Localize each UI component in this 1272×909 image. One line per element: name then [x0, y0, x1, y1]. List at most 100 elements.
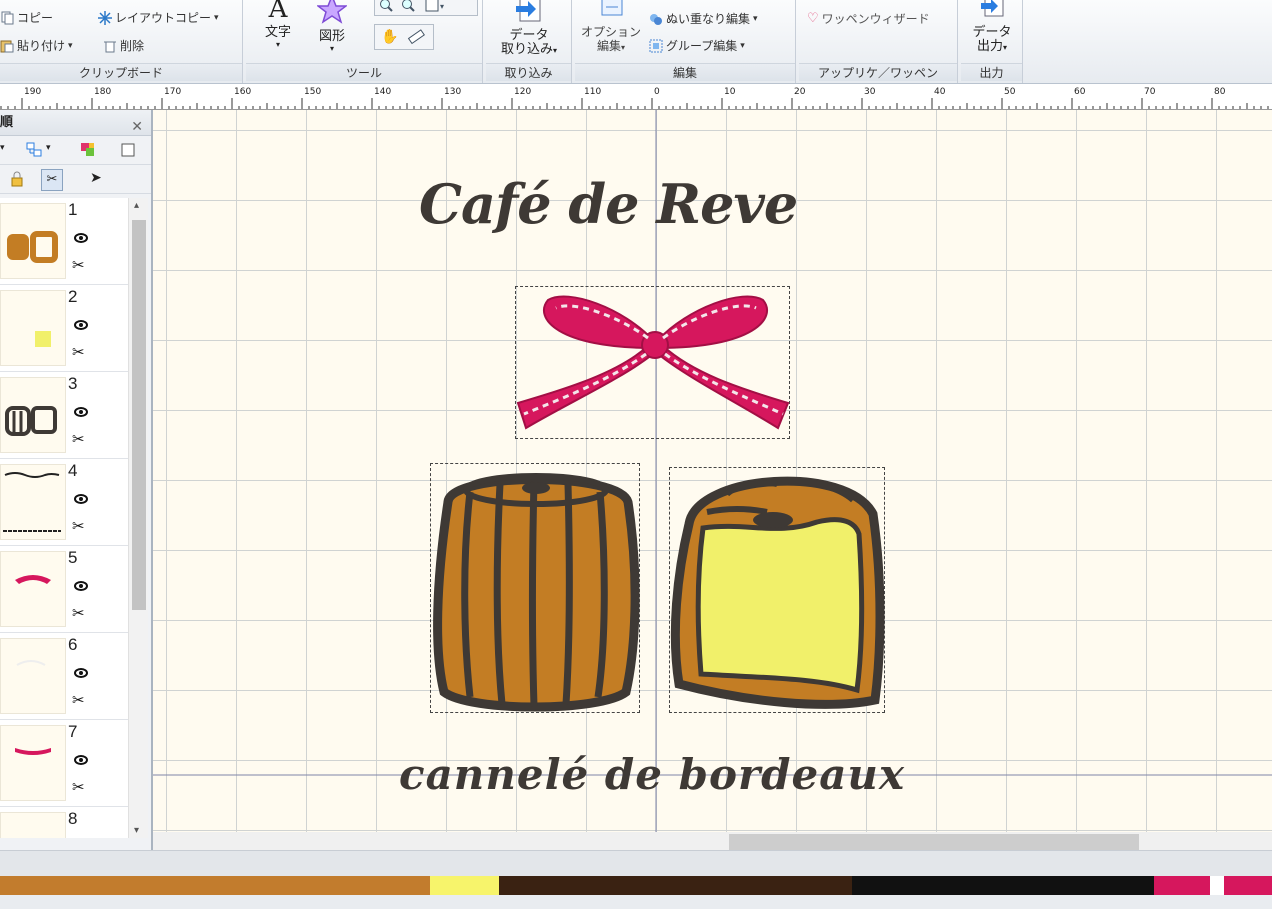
- group-edit-button[interactable]: グループ編集 ▾: [649, 37, 745, 54]
- scissors-icon[interactable]: ✂: [72, 517, 85, 535]
- scissors-icon[interactable]: ✂: [72, 430, 85, 448]
- zoom-in-icon[interactable]: [379, 0, 393, 15]
- thread-color-segment[interactable]: [1209, 876, 1224, 895]
- color-sort-icon[interactable]: [80, 142, 96, 161]
- paste-button[interactable]: 貼り付け ▾: [0, 37, 73, 54]
- chevron-down-icon[interactable]: ▾: [46, 143, 51, 153]
- text-tool-icon: A: [268, 0, 288, 24]
- cannele-cut-embroidery[interactable]: [667, 464, 887, 714]
- measure-icon[interactable]: [407, 29, 425, 48]
- ruler-label: 120: [514, 87, 531, 97]
- item-thumbnail: [0, 812, 66, 838]
- chevron-down-icon[interactable]: ▾: [0, 143, 5, 153]
- item-number: 2: [68, 287, 78, 306]
- edit-group: オプション 編集▾ ぬい重なり編集 ▾ グループ編集 ▾ 編集: [575, 0, 796, 83]
- thread-color-segment[interactable]: [1153, 876, 1210, 895]
- item-thumbnail: [0, 464, 66, 540]
- pointer-icon[interactable]: ➤: [90, 170, 102, 186]
- delete-button[interactable]: 削除: [103, 37, 144, 54]
- design-title-text[interactable]: Café de Reve: [419, 172, 798, 236]
- scissors-icon[interactable]: ✂: [72, 778, 85, 796]
- group-label-import: 取り込み: [486, 63, 571, 81]
- list-item[interactable]: 5 ✂: [0, 546, 128, 633]
- frame-icon[interactable]: [120, 142, 136, 161]
- eye-icon[interactable]: [74, 406, 88, 420]
- canvas-horizontal-scrollbar[interactable]: [153, 832, 1272, 850]
- item-thumbnail: [0, 725, 66, 801]
- embroidery-editor-window: コピー レイアウトコピー ▾ 貼り付け ▾ 削除 クリップボード A 文字 ▾ …: [0, 0, 1272, 909]
- item-number: 6: [68, 635, 78, 654]
- thread-color-segment[interactable]: [852, 876, 1154, 895]
- ruler-label: 170: [164, 87, 181, 97]
- ruler-label: 30: [864, 87, 876, 97]
- eye-icon[interactable]: [74, 319, 88, 333]
- thread-color-segment[interactable]: [498, 876, 853, 895]
- list-item[interactable]: 2 ✂: [0, 285, 128, 372]
- item-number: 5: [68, 548, 78, 567]
- list-item[interactable]: 1 ✂: [0, 198, 128, 285]
- list-item[interactable]: 6 ✂: [0, 633, 128, 720]
- overlap-edit-button[interactable]: ぬい重なり編集 ▾: [649, 10, 758, 27]
- item-number: 7: [68, 722, 78, 741]
- panel-scroll-thumb[interactable]: [132, 220, 146, 610]
- thread-color-segment[interactable]: [429, 876, 499, 895]
- copy-button[interactable]: コピー: [0, 9, 53, 26]
- cut-thread-icon[interactable]: ✂: [41, 169, 63, 191]
- canvas-scroll-thumb[interactable]: [729, 834, 1139, 850]
- shape-tool-button[interactable]: 図形 ▾: [312, 0, 352, 53]
- item-thumbnail: [0, 290, 66, 366]
- group-label-edit: 編集: [575, 63, 795, 81]
- eye-icon[interactable]: [74, 232, 88, 246]
- data-import-button[interactable]: データ 取り込み▾: [492, 0, 566, 58]
- ruler-label: 70: [1144, 87, 1156, 97]
- layout-copy-button[interactable]: レイアウトコピー ▾: [98, 9, 219, 26]
- data-output-button[interactable]: データ 出力▾: [965, 0, 1019, 55]
- text-tool-button[interactable]: A 文字 ▾: [258, 0, 298, 49]
- cannele-whole-embroidery[interactable]: [430, 462, 640, 714]
- ruler-label: 180: [94, 87, 111, 97]
- group-edit-icon: [649, 39, 663, 53]
- ruler-label: 20: [794, 87, 806, 97]
- zoom-out-icon[interactable]: [401, 0, 415, 15]
- group-label-tools: ツール: [246, 63, 482, 81]
- scissors-icon[interactable]: ✂: [72, 604, 85, 622]
- ribbon-bow-embroidery[interactable]: [508, 278, 798, 448]
- applique-group: ♡ ワッペンウィザード アップリケ／ワッペン: [799, 0, 958, 83]
- lock-icon[interactable]: [10, 171, 24, 190]
- scissors-icon[interactable]: ✂: [72, 256, 85, 274]
- eye-icon[interactable]: [74, 580, 88, 594]
- design-subtitle-text[interactable]: cannelé de bordeaux: [399, 750, 905, 799]
- eye-icon[interactable]: [74, 754, 88, 768]
- scroll-down-icon[interactable]: ▾: [134, 825, 139, 836]
- list-item[interactable]: 4 ✂: [0, 459, 128, 546]
- item-thumbnail: [0, 638, 66, 714]
- option-edit-button[interactable]: オプション 編集▾: [579, 0, 643, 55]
- eye-icon[interactable]: [74, 667, 88, 681]
- scroll-up-icon[interactable]: ▴: [134, 200, 139, 211]
- list-item[interactable]: 7 ✂: [0, 720, 128, 807]
- ruler-label: 140: [374, 87, 391, 97]
- zoom-toolbar: ▾: [374, 0, 478, 16]
- fit-page-icon[interactable]: ▾: [425, 0, 445, 15]
- star-shape-icon: [312, 0, 352, 28]
- item-number: 8: [68, 809, 78, 828]
- panel-header: 順 ✕: [0, 110, 151, 136]
- scissors-icon[interactable]: ✂: [72, 691, 85, 709]
- paste-icon: [0, 39, 14, 53]
- scissors-icon[interactable]: ✂: [72, 343, 85, 361]
- merge-icon[interactable]: [26, 142, 42, 161]
- ruler-graphic: 190 180 170 160 150 140 130 120 110 0 10 20 30 40 50 60…: [0, 87, 1269, 109]
- panel-vertical-scrollbar[interactable]: ▴ ▾: [128, 198, 148, 838]
- heart-icon: ♡: [807, 11, 819, 26]
- group-label-applique: アップリケ／ワッペン: [799, 63, 957, 81]
- chevron-down-icon: ▾: [68, 40, 73, 51]
- wappen-wizard-button[interactable]: ♡ ワッペンウィザード: [807, 10, 930, 27]
- design-canvas[interactable]: Café de Reve cannelé de bordeaux: [153, 110, 1272, 832]
- thread-color-segment[interactable]: [0, 876, 430, 895]
- eye-icon[interactable]: [74, 493, 88, 507]
- tools-group: A 文字 ▾ 図形 ▾ ▾ ✋ ツール: [246, 0, 483, 83]
- list-item[interactable]: 8✂: [0, 807, 128, 838]
- hand-pan-icon[interactable]: ✋: [381, 29, 398, 45]
- list-item[interactable]: 3 ✂: [0, 372, 128, 459]
- thread-color-segment[interactable]: [1223, 876, 1272, 895]
